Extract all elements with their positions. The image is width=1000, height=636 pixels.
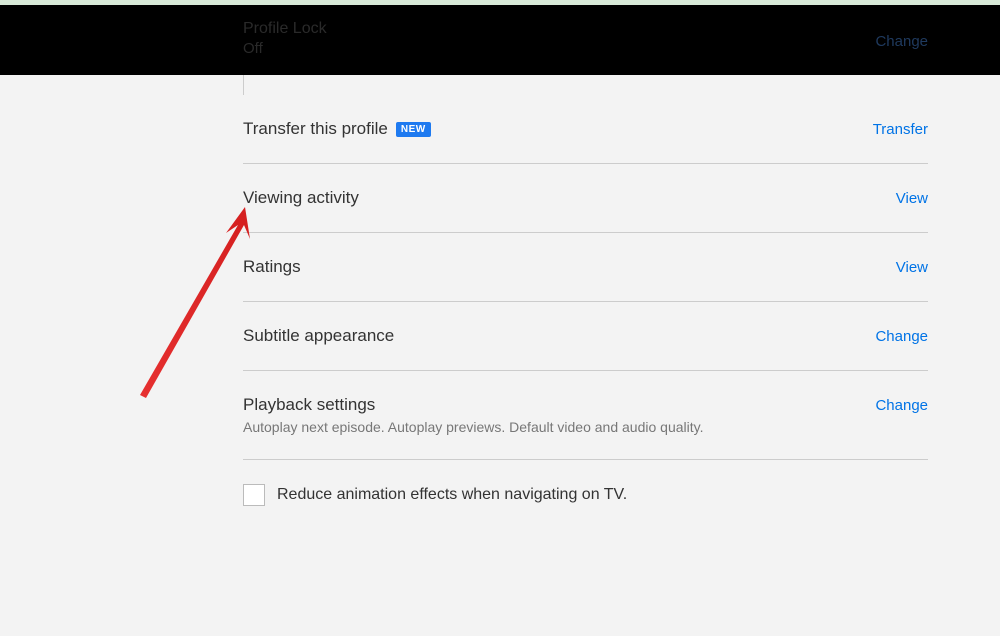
reduce-animation-label: Reduce animation effects when navigating…: [277, 486, 627, 504]
ratings-title: Ratings: [243, 257, 301, 277]
subtitle-appearance-title: Subtitle appearance: [243, 326, 394, 346]
new-badge: NEW: [396, 122, 431, 137]
profile-lock-change-link[interactable]: Change: [875, 33, 928, 50]
subtitle-change-link[interactable]: Change: [875, 326, 928, 345]
reduce-animation-checkbox[interactable]: [243, 484, 265, 506]
playback-change-link[interactable]: Change: [875, 395, 928, 414]
divider-stub: [243, 75, 928, 95]
viewing-activity-title: Viewing activity: [243, 188, 359, 208]
profile-lock-title: Profile Lock: [243, 20, 327, 38]
profile-lock-banner: Profile Lock Off Change: [0, 5, 1000, 75]
subtitle-appearance-row: Subtitle appearance Change: [243, 302, 928, 371]
profile-lock-status: Off: [243, 40, 327, 57]
reduce-animation-row: Reduce animation effects when navigating…: [243, 460, 928, 530]
playback-settings-title: Playback settings: [243, 395, 375, 415]
playback-settings-description: Autoplay next episode. Autoplay previews…: [243, 419, 875, 435]
playback-settings-row: Playback settings Autoplay next episode.…: [243, 371, 928, 460]
settings-list: Transfer this profile NEW Transfer Viewi…: [243, 75, 928, 530]
ratings-row: Ratings View: [243, 233, 928, 302]
transfer-profile-row: Transfer this profile NEW Transfer: [243, 95, 928, 164]
transfer-profile-title: Transfer this profile: [243, 119, 388, 139]
viewing-activity-view-link[interactable]: View: [896, 188, 928, 207]
transfer-link[interactable]: Transfer: [873, 119, 928, 138]
viewing-activity-row: Viewing activity View: [243, 164, 928, 233]
ratings-view-link[interactable]: View: [896, 257, 928, 276]
